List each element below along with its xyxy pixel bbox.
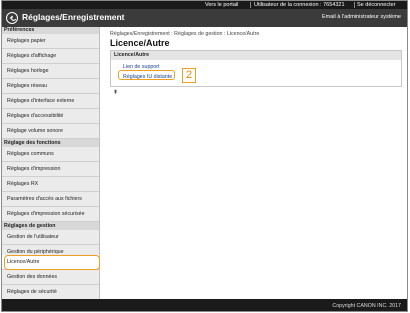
footer-bar: Copyright CANON INC. 2017 — [2, 299, 407, 311]
user-label: Utilisateur de la connexion : 7654321 — [254, 2, 345, 8]
sidebar-item-reglages-reseau[interactable]: Réglages réseau — [2, 79, 99, 94]
sidebar-item-impression-securisee[interactable]: Réglages d'impression sécurisée — [2, 207, 99, 222]
content-panel: Licence/Autre Lien de support Réglages I… — [110, 50, 402, 87]
app-title: Réglages/Enregistrement — [22, 12, 125, 22]
sidebar-section-title: Réglage des fonctions — [2, 139, 99, 147]
email-admin-link[interactable]: Email à l'administrateur système — [322, 14, 401, 20]
sidebar-item-gestion-donnees[interactable]: Gestion des données — [2, 270, 99, 285]
header-bar: Réglages/Enregistrement Email à l'admini… — [2, 9, 407, 27]
page-title: Licence/Autre — [110, 38, 170, 48]
sidebar-item-gestion-utilisateur[interactable]: Gestion de l'utilisateur — [2, 230, 99, 245]
breadcrumb: Réglages/Enregistrement : Réglages de ge… — [110, 31, 260, 37]
callout-highlight-1 — [4, 255, 100, 270]
sidebar-item-reglages-horloge[interactable]: Réglages horloge — [2, 64, 99, 79]
sidebar-section-title: Réglages de gestion — [2, 222, 99, 230]
callout-highlight-2 — [118, 70, 175, 80]
callout-badge-2: 2 — [182, 68, 196, 83]
sidebar-item-volume-sonore[interactable]: Réglage volume sonore — [2, 124, 99, 139]
logout-link[interactable]: Se déconnecter — [357, 1, 396, 9]
sidebar-item-acces-fichiers[interactable]: Paramètres d'accès aux fichiers — [2, 192, 99, 207]
portal-link[interactable]: Vers le portail — [205, 1, 238, 9]
main-content: Réglages/Enregistrement : Réglages de ge… — [101, 27, 407, 299]
divider — [354, 2, 355, 8]
sidebar-item-reglages-rx[interactable]: Réglages RX — [2, 177, 99, 192]
divider — [250, 2, 251, 8]
browser-frame: Vers le portail Utilisateur de la connex… — [1, 0, 408, 312]
sidebar-item-reglages-papier[interactable]: Réglages papier — [2, 34, 99, 49]
sidebar-section-title: Préférences — [2, 27, 99, 33]
copyright-text: Copyright CANON INC. 2017 — [332, 303, 401, 309]
settings-logo-icon — [6, 12, 18, 24]
sidebar-item-reglages-affichage[interactable]: Réglages d'affichage — [2, 49, 99, 64]
sidebar-item-reglages-securite[interactable]: Réglages de sécurité — [2, 285, 99, 300]
sidebar-item-reglages-communs[interactable]: Réglages communs — [2, 147, 99, 162]
top-strip: Vers le portail Utilisateur de la connex… — [2, 1, 407, 9]
panel-title: Licence/Autre — [111, 51, 401, 60]
sidebar-item-accessibilite[interactable]: Réglages d'accessibilité — [2, 109, 99, 124]
sidebar-item-reglages-impression[interactable]: Réglages d'impression — [2, 162, 99, 177]
sidebar-item-interface-externe[interactable]: Réglages d'interface externe — [2, 94, 99, 109]
page-top-icon[interactable]: ⇞ — [113, 89, 118, 96]
